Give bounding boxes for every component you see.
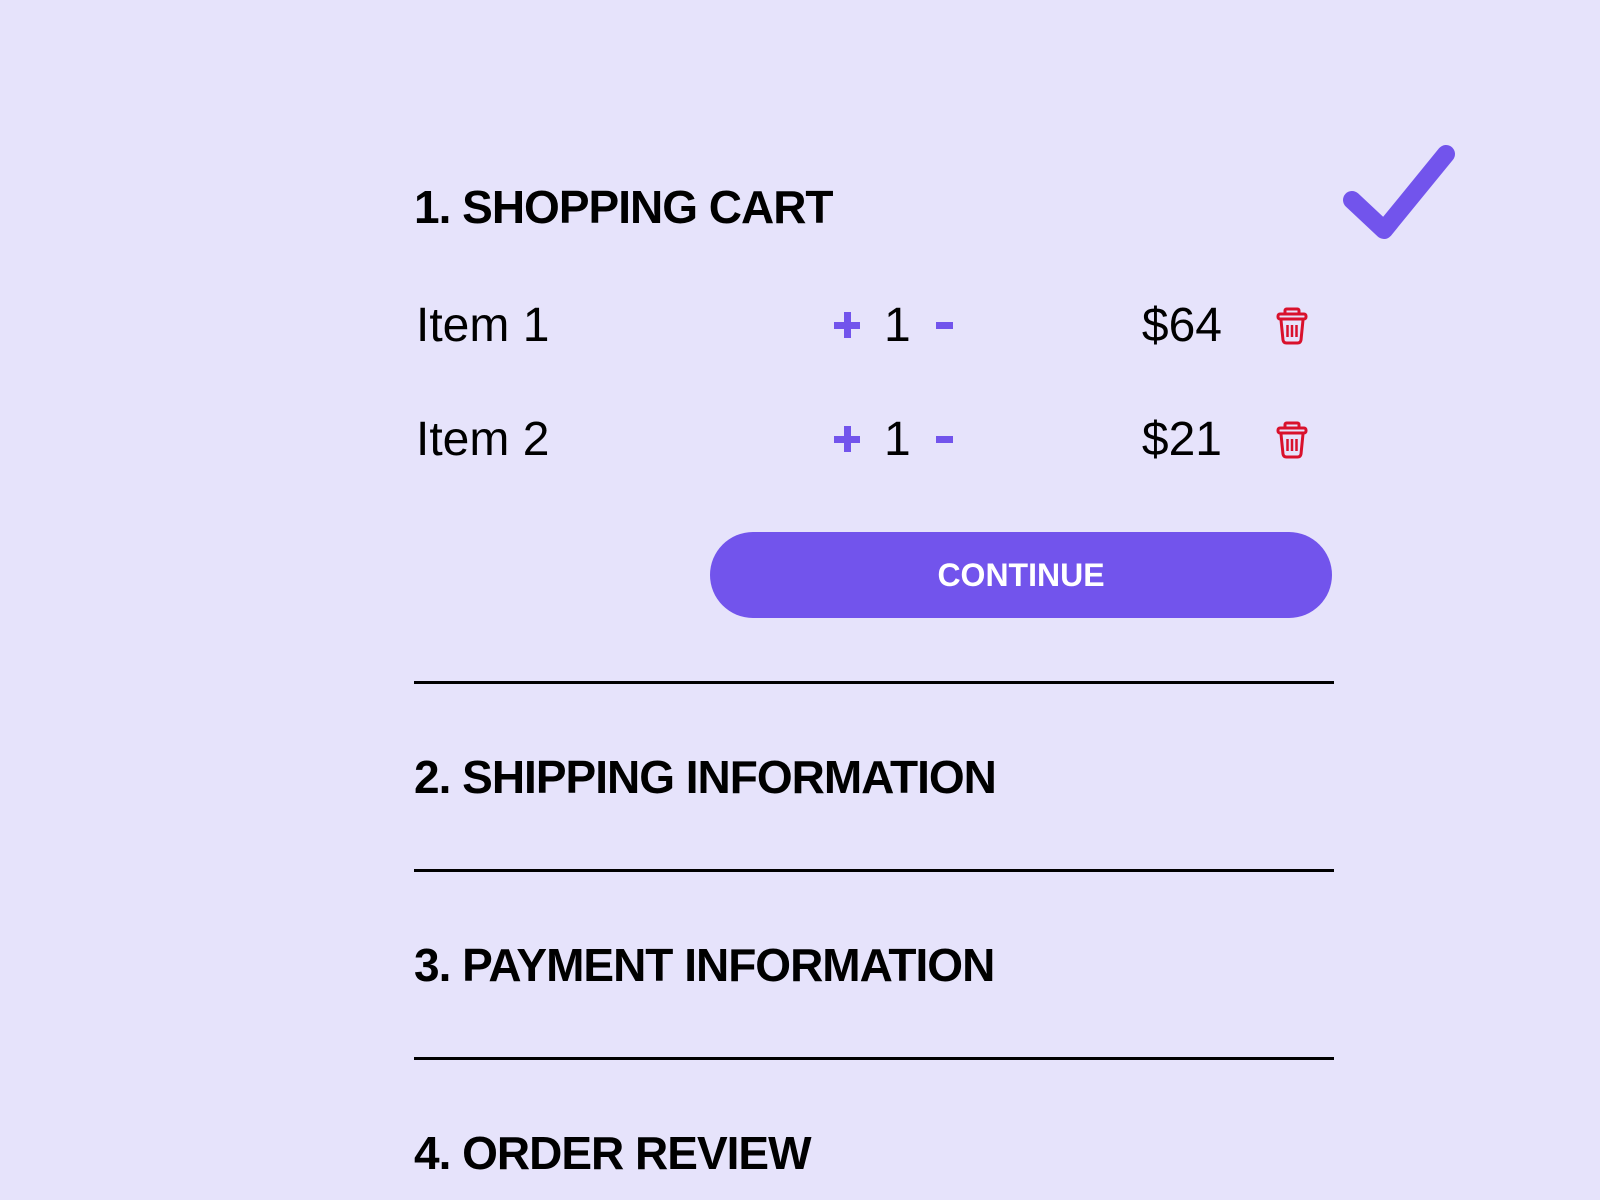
quantity-value: 1 [884,299,911,352]
step-heading-shipping-information[interactable]: 2. SHIPPING INFORMATION [414,754,997,800]
cart-item-row: Item 1 1 $64 [414,296,1314,356]
item-price: $64 [1141,299,1222,352]
increase-quantity-button[interactable] [832,424,862,454]
step-heading-order-review[interactable]: 4. ORDER REVIEW [414,1130,812,1176]
section-divider [414,1057,1334,1060]
item-name: Item 1 [416,299,550,352]
checkmark-icon [1343,145,1455,239]
trash-icon [1276,421,1308,459]
decrease-quantity-button[interactable] [934,424,964,454]
delete-item-button[interactable] [1274,420,1310,460]
item-price: $21 [1141,413,1222,466]
item-name: Item 2 [416,413,550,466]
step-heading-shopping-cart[interactable]: 1. SHOPPING CART [414,184,834,230]
quantity-value: 1 [884,413,911,466]
decrease-quantity-button[interactable] [934,310,964,340]
section-divider [414,869,1334,872]
step-heading-payment-information[interactable]: 3. PAYMENT INFORMATION [414,942,995,988]
section-divider [414,681,1334,684]
cart-item-row: Item 2 1 $21 [414,410,1314,470]
checkout-page: 1. SHOPPING CART Item 1 1 $64 Item 2 1 $… [0,0,1600,1200]
increase-quantity-button[interactable] [832,310,862,340]
trash-icon [1276,307,1308,345]
delete-item-button[interactable] [1274,306,1310,346]
continue-button[interactable]: CONTINUE [710,532,1332,618]
